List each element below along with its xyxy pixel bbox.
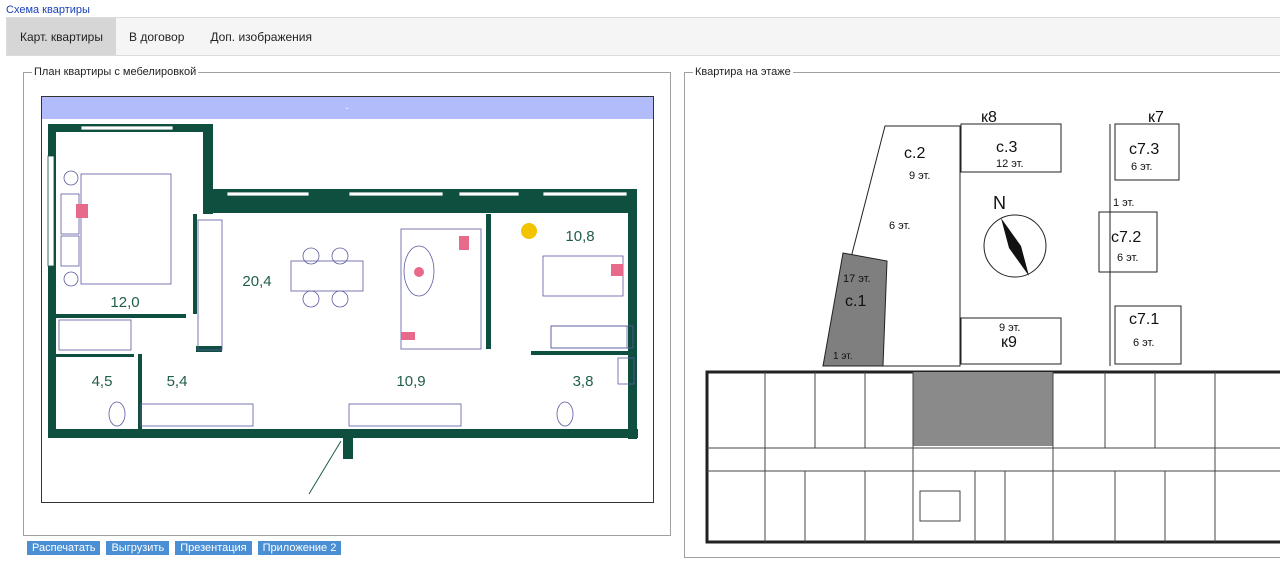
room-area-bath: 4,5 [92,373,113,390]
room-area-hall: 5,4 [167,373,188,390]
section-floors-k9: 9 эт. [999,322,1020,334]
room-area-bedroom-right: 10,8 [565,228,594,245]
bottom-toolbar: Распечатать Выгрузить Презентация Прилож… [27,541,342,555]
room-area-bedroom-left: 12,0 [110,294,139,311]
plan-panel-legend: План квартиры с мебелировкой [34,66,197,78]
print-button[interactable]: Распечатать [27,541,101,555]
section-label-k9: к9 [1001,334,1017,351]
section-floors-c1: 17 эт. [843,273,871,285]
compass-north-label: N [993,193,1006,213]
section-label-c2: с.2 [904,145,925,162]
section-floors-c2-lower: 6 эт. [889,220,910,232]
section-label-c3: с.3 [996,139,1017,156]
plan-chair-accent [521,223,537,239]
tab-contract[interactable]: В договор [116,18,197,55]
section-label-c72: с7.2 [1111,229,1141,246]
appendix-2-button[interactable]: Приложение 2 [257,541,342,555]
page-link-apartment-scheme[interactable]: Схема квартиры [6,4,90,16]
floor-plan-drawing [705,370,1280,544]
plan-banner-text: - [346,103,349,113]
section-label-c73: с7.3 [1129,141,1159,158]
room-area-living: 20,4 [242,273,271,290]
section-floors-1: 1 эт. [1113,197,1134,209]
section-label-c71: с7.1 [1129,311,1159,328]
tab-apartment-card[interactable]: Карт. квартиры [7,18,116,55]
floor-panel: Квартира на этаже к8 к7 с.2 9 эт. 6 эт. … [684,66,1280,558]
section-label-k7: к7 [1148,109,1164,126]
export-button[interactable]: Выгрузить [106,541,170,555]
section-floors-c72: 6 эт. [1117,252,1138,264]
tab-extra-images[interactable]: Доп. изображения [197,18,325,55]
floor-plan-image: к8 к7 с.2 9 эт. 6 эт. с.3 12 эт. с7.3 6 … [705,109,1280,544]
presentation-button[interactable]: Презентация [175,541,252,555]
apartment-plan-image: - 12,0 20,4 10,8 4,5 5,4 10,9 3,8 [41,96,654,503]
compass: N [983,193,1047,278]
section-label-k8: к8 [981,109,997,126]
section-floors-c2: 9 эт. [909,170,930,182]
tab-bar: Карт. квартиры В договор Доп. изображени… [6,17,1280,56]
section-floors-c3: 12 эт. [996,158,1024,170]
room-area-corridor: 10,9 [396,373,425,390]
section-floors-c1-low: 1 эт. [833,351,852,362]
floor-panel-legend: Квартира на этаже [695,66,791,78]
section-floors-c71: 6 эт. [1133,337,1154,349]
section-floors-c73: 6 эт. [1131,161,1152,173]
plan-panel: План квартиры с мебелировкой - 12,0 20,4… [23,66,671,536]
section-label-c1: с.1 [845,293,866,310]
room-area-wc: 3,8 [573,373,594,390]
